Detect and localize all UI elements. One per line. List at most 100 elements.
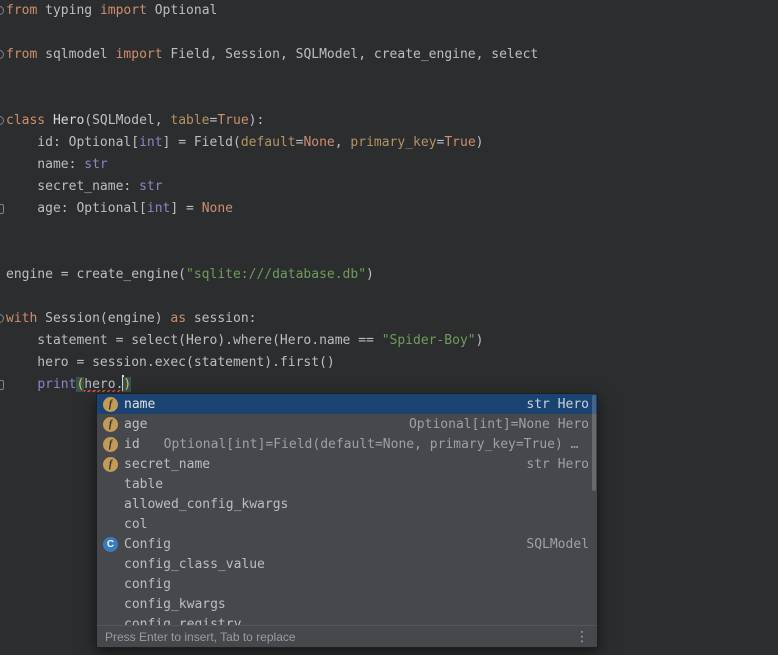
more-options-icon[interactable]: ⋮	[575, 630, 589, 644]
completion-type-tail: str Hero	[526, 457, 589, 472]
code-token: None	[202, 201, 233, 216]
completion-item[interactable]: config_class_value	[97, 554, 597, 574]
code-token: int	[147, 201, 170, 216]
popup-scrollbar[interactable]	[592, 395, 596, 491]
code-token: ] =	[170, 201, 201, 216]
completion-signature: Optional[int]=Field(default=None, primar…	[164, 437, 579, 452]
code-token: from	[6, 3, 37, 18]
code-line	[0, 22, 778, 44]
gutter-square-icon[interactable]	[0, 204, 4, 214]
field-icon: f	[103, 437, 118, 452]
code-token: engine = create_engine(	[6, 267, 186, 282]
completion-popup: fnamestr HerofageOptional[int]=None Hero…	[96, 393, 598, 648]
completion-item[interactable]: config	[97, 574, 597, 594]
completion-item[interactable]: fname str Hero	[97, 394, 597, 414]
code-token: "sqlite:///database.db"	[186, 267, 366, 282]
code-token: default	[241, 135, 296, 150]
completion-label: allowed_config_kwargs	[124, 497, 288, 512]
code-line: engine = create_engine("sqlite:///databa…	[0, 264, 778, 286]
code-token: int	[139, 135, 162, 150]
code-line: with Session(engine) as session:	[0, 308, 778, 330]
code-token: with	[6, 311, 37, 326]
completion-label: secret_name	[124, 457, 210, 472]
code-token: )	[366, 267, 374, 282]
code-line: secret_name: str	[0, 176, 778, 198]
no-icon	[103, 517, 118, 532]
code-token: str	[84, 157, 107, 172]
completion-item[interactable]: fid Optional[int]=Field(default=None, pri…	[97, 434, 597, 454]
no-icon	[103, 577, 118, 592]
code-token: str	[139, 179, 162, 194]
code-line: from typing import Optional	[0, 0, 778, 22]
code-line: from sqlmodel import Field, Session, SQL…	[0, 44, 778, 66]
completion-label: name	[124, 397, 155, 412]
code-token: Hero	[53, 113, 84, 128]
completion-label: col	[124, 517, 147, 532]
code-token: ] = Field(	[163, 135, 241, 150]
code-token	[45, 113, 53, 128]
code-token: Optional	[147, 3, 217, 18]
code-token: from	[6, 47, 37, 62]
code-token: (SQLModel,	[84, 113, 170, 128]
field-icon: f	[103, 457, 118, 472]
code-token: Session(engine)	[37, 311, 170, 326]
code-token: table	[170, 113, 209, 128]
completion-type-tail: Optional[int]=None Hero	[409, 417, 589, 432]
completion-item[interactable]: config_registry	[97, 614, 597, 625]
gutter-square-icon[interactable]	[0, 380, 4, 390]
completion-footer: Press Enter to insert, Tab to replace ⋮	[97, 625, 597, 647]
code-token: ,	[335, 135, 351, 150]
code-line: id: Optional[int] = Field(default=None, …	[0, 132, 778, 154]
class-icon: C	[103, 537, 118, 552]
completion-label: table	[124, 477, 163, 492]
completion-item[interactable]: CConfigSQLModel	[97, 534, 597, 554]
code-token: secret_name:	[6, 179, 139, 194]
completion-item[interactable]: allowed_config_kwargs	[97, 494, 597, 514]
code-line	[0, 242, 778, 264]
code-token: import	[100, 3, 147, 18]
code-token: name:	[6, 157, 84, 172]
code-line	[0, 88, 778, 110]
code-lines: from typing import Optional from sqlmodel…	[0, 0, 778, 396]
code-token: ):	[249, 113, 265, 128]
no-icon	[103, 477, 118, 492]
code-token: Field, Session, SQLModel, create_engine,…	[163, 47, 539, 62]
code-line	[0, 66, 778, 88]
code-line: class Hero(SQLModel, table=True):	[0, 110, 778, 132]
completion-item[interactable]: f secret_name str Hero	[97, 454, 597, 474]
completion-label: age	[124, 417, 147, 432]
code-token: class	[6, 113, 45, 128]
code-token: typing	[37, 3, 100, 18]
code-token: True	[217, 113, 248, 128]
code-line: age: Optional[int] = None	[0, 198, 778, 220]
code-line	[0, 286, 778, 308]
code-token: hero.	[84, 377, 123, 392]
completion-label: id	[124, 437, 140, 452]
completion-item[interactable]: table	[97, 474, 597, 494]
completion-type-tail: str Hero	[526, 397, 589, 412]
code-line: name: str	[0, 154, 778, 176]
completion-label: config	[124, 577, 171, 592]
code-token: )	[476, 333, 484, 348]
code-line: statement = select(Hero).where(Hero.name…	[0, 330, 778, 352]
code-token: import	[116, 47, 163, 62]
completion-item[interactable]: fageOptional[int]=None Hero	[97, 414, 597, 434]
code-token: hero = session.exec(statement).first()	[6, 355, 335, 370]
completion-item[interactable]: col	[97, 514, 597, 534]
code-token: None	[303, 135, 334, 150]
completion-label: Config	[124, 537, 171, 552]
field-icon: f	[103, 397, 118, 412]
no-icon	[103, 617, 118, 626]
code-token: )	[476, 135, 484, 150]
code-token: )	[123, 377, 131, 392]
code-line: hero = session.exec(statement).first()	[0, 352, 778, 374]
completion-label: config_class_value	[124, 557, 265, 572]
code-token: print	[37, 377, 76, 392]
completion-label: config_registry	[124, 617, 241, 626]
code-line	[0, 220, 778, 242]
code-token: statement = select(Hero).where(Hero.name…	[6, 333, 382, 348]
code-token	[6, 377, 37, 392]
completion-item[interactable]: config_kwargs	[97, 594, 597, 614]
code-token: id: Optional[	[6, 135, 139, 150]
code-token: True	[444, 135, 475, 150]
